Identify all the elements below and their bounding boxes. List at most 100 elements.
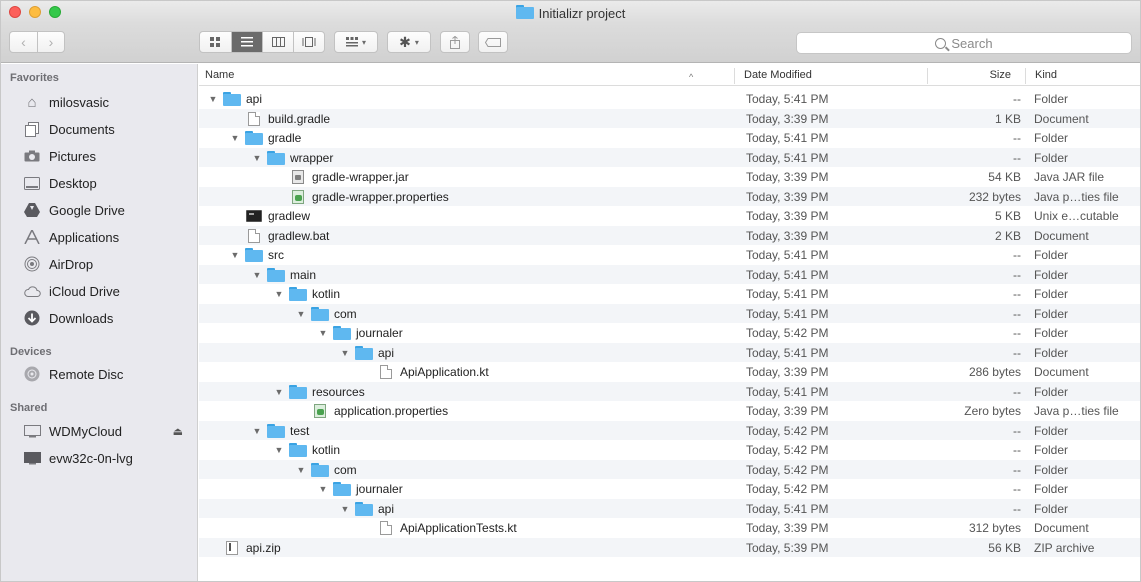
file-row[interactable]: ▼ src Today, 5:41 PM -- Folder xyxy=(199,245,1140,265)
sidebar-item-icloud-drive[interactable]: iCloud Drive xyxy=(23,280,193,302)
file-row[interactable]: ▼ kotlin Today, 5:41 PM -- Folder xyxy=(199,284,1140,304)
disclosure-triangle-icon[interactable]: ▼ xyxy=(207,94,219,104)
sidebar-item-label: Google Drive xyxy=(49,202,125,218)
file-row[interactable]: ▼ api Today, 5:41 PM -- Folder xyxy=(199,342,1140,362)
navigation-buttons: ‹ › xyxy=(9,31,65,53)
file-date: Today, 3:39 PM xyxy=(746,365,829,379)
share-button[interactable] xyxy=(440,31,470,53)
sidebar-heading-shared: Shared xyxy=(10,402,48,414)
column-size-header[interactable]: Size xyxy=(927,68,1023,84)
file-date: Today, 5:41 PM xyxy=(746,384,829,399)
sidebar-item-documents[interactable]: Documents xyxy=(23,118,193,140)
disclosure-triangle-icon[interactable]: ▼ xyxy=(317,328,329,338)
disclosure-triangle-icon[interactable]: ▼ xyxy=(229,250,241,260)
file-row[interactable]: ▼ api Today, 5:41 PM -- Folder xyxy=(199,89,1140,109)
title-bar[interactable]: Initializr project xyxy=(1,1,1140,23)
properties-file-icon xyxy=(289,189,307,204)
sidebar-item-applications[interactable]: Applications xyxy=(23,226,193,248)
disclosure-triangle-icon[interactable]: ▼ xyxy=(339,348,351,358)
sidebar-item-remote-disc[interactable]: Remote Disc xyxy=(23,363,193,385)
file-row[interactable]: ▼ test Today, 5:42 PM -- Folder xyxy=(199,420,1140,440)
file-row[interactable]: ▼ resources Today, 5:41 PM -- Folder xyxy=(199,381,1140,401)
file-name-cell: application.properties xyxy=(295,403,448,419)
file-row[interactable]: gradlew Today, 3:39 PM 5 KB Unix e…cutable xyxy=(199,206,1140,226)
file-row[interactable]: gradle-wrapper.jar Today, 3:39 PM 54 KB Jav… xyxy=(199,167,1140,187)
disclosure-triangle-icon[interactable]: ▼ xyxy=(273,445,285,455)
file-row[interactable]: ▼ kotlin Today, 5:42 PM -- Folder xyxy=(199,440,1140,460)
disclosure-triangle-icon[interactable]: ▼ xyxy=(273,387,285,397)
arrange-button[interactable]: ▾ xyxy=(334,31,378,53)
folder-icon xyxy=(289,384,307,399)
file-row[interactable]: ▼ journaler Today, 5:42 PM -- Folder xyxy=(199,479,1140,499)
disclosure-triangle-icon[interactable]: ▼ xyxy=(295,309,307,319)
file-row[interactable]: ▼ com Today, 5:42 PM -- Folder xyxy=(199,459,1140,479)
file-row[interactable]: gradlew.bat Today, 3:39 PM 2 KB Document xyxy=(199,225,1140,245)
disclosure-triangle-icon[interactable]: ▼ xyxy=(251,153,263,163)
file-row[interactable]: ▼ api Today, 5:41 PM -- Folder xyxy=(199,498,1140,518)
action-button[interactable]: ✱ ▾ xyxy=(387,31,431,53)
file-name-cell: ▼ kotlin xyxy=(273,286,340,302)
icon-view-button[interactable] xyxy=(200,32,231,52)
file-row[interactable]: ▼ main Today, 5:41 PM -- Folder xyxy=(199,264,1140,284)
sidebar-item-pictures[interactable]: Pictures xyxy=(23,145,193,167)
folder-icon xyxy=(311,306,329,321)
file-row[interactable]: ▼ com Today, 5:41 PM -- Folder xyxy=(199,303,1140,323)
tags-button[interactable] xyxy=(478,31,508,53)
file-kind: Folder xyxy=(1034,131,1069,145)
disclosure-triangle-icon[interactable]: ▼ xyxy=(251,270,263,280)
file-row[interactable]: build.gradle Today, 3:39 PM 1 KB Document xyxy=(199,108,1140,128)
file-row[interactable]: ApiApplicationTests.kt Today, 3:39 PM 312 … xyxy=(199,518,1140,538)
file-name: api xyxy=(378,501,395,516)
gallery-view-button[interactable] xyxy=(293,32,324,52)
sidebar-item-desktop[interactable]: Desktop xyxy=(23,172,193,194)
forward-button[interactable]: › xyxy=(36,32,64,52)
file-date: Today, 5:41 PM xyxy=(746,131,829,145)
file-size: 312 bytes xyxy=(968,521,1021,535)
back-button[interactable]: ‹ xyxy=(10,32,37,52)
view-mode-control xyxy=(199,31,325,53)
file-row[interactable]: application.properties Today, 3:39 PM Zero… xyxy=(199,401,1140,421)
disclosure-triangle-icon[interactable]: ▼ xyxy=(229,133,241,143)
sidebar-item-downloads[interactable]: Downloads xyxy=(23,307,193,329)
file-row[interactable]: ▼ journaler Today, 5:42 PM -- Folder xyxy=(199,323,1140,343)
file-size: -- xyxy=(1013,423,1021,438)
search-field[interactable]: Search xyxy=(796,32,1132,54)
sidebar-item-google-drive[interactable]: Google Drive xyxy=(23,199,193,221)
file-size: -- xyxy=(1013,501,1021,516)
folder-icon xyxy=(333,482,351,496)
folder-icon xyxy=(515,5,534,19)
disclosure-triangle-icon[interactable]: ▼ xyxy=(317,484,329,494)
file-row[interactable]: ▼ gradle Today, 5:41 PM -- Folder xyxy=(199,128,1140,148)
sidebar-item-label: iCloud Drive xyxy=(49,283,120,299)
file-kind: Folder xyxy=(1034,306,1069,321)
sort-ascending-icon: ^ xyxy=(689,72,694,82)
google-drive-icon xyxy=(23,202,41,218)
sidebar-item-airdrop[interactable]: AirDrop xyxy=(23,253,193,275)
file-row[interactable]: ▼ wrapper Today, 5:41 PM -- Folder xyxy=(199,147,1140,167)
file-row[interactable]: api.zip Today, 5:39 PM 56 KB ZIP archive xyxy=(199,537,1140,557)
file-name-cell: ▼ com xyxy=(295,462,357,478)
disc-icon xyxy=(23,366,41,382)
column-kind-header[interactable]: Kind xyxy=(1025,68,1140,84)
disclosure-triangle-icon[interactable]: ▼ xyxy=(339,504,351,514)
sidebar-item-evw32c-0n-lvg[interactable]: evw32c-0n-lvg xyxy=(23,447,193,469)
list-view-icon xyxy=(241,37,253,47)
column-header: Name ^ Date Modified Size Kind xyxy=(199,64,1140,86)
sidebar-item-wdmycloud[interactable]: WDMyCloud ⏏ xyxy=(23,420,193,442)
column-date-header[interactable]: Date Modified xyxy=(734,68,914,84)
list-view-button[interactable] xyxy=(231,32,262,52)
file-name: journaler xyxy=(356,326,403,340)
file-row[interactable]: gradle-wrapper.properties Today, 3:39 PM 2… xyxy=(199,186,1140,206)
file-row[interactable]: ApiApplication.kt Today, 3:39 PM 286 bytes… xyxy=(199,362,1140,382)
column-view-button[interactable] xyxy=(262,32,293,52)
file-kind: Folder xyxy=(1034,287,1069,301)
file-date: Today, 3:39 PM xyxy=(746,170,829,184)
eject-icon[interactable]: ⏏ xyxy=(173,425,183,438)
column-name-header[interactable]: Name xyxy=(205,68,725,84)
document-icon xyxy=(245,228,263,243)
disclosure-triangle-icon[interactable]: ▼ xyxy=(273,289,285,299)
disclosure-triangle-icon[interactable]: ▼ xyxy=(295,465,307,475)
disclosure-triangle-icon[interactable]: ▼ xyxy=(251,426,263,436)
finder-window: Initializr project ‹ › ▾ ✱ ▾ Search Favo… xyxy=(0,0,1141,582)
sidebar-item-milosvasic[interactable]: ⌂ milosvasic xyxy=(23,91,193,113)
